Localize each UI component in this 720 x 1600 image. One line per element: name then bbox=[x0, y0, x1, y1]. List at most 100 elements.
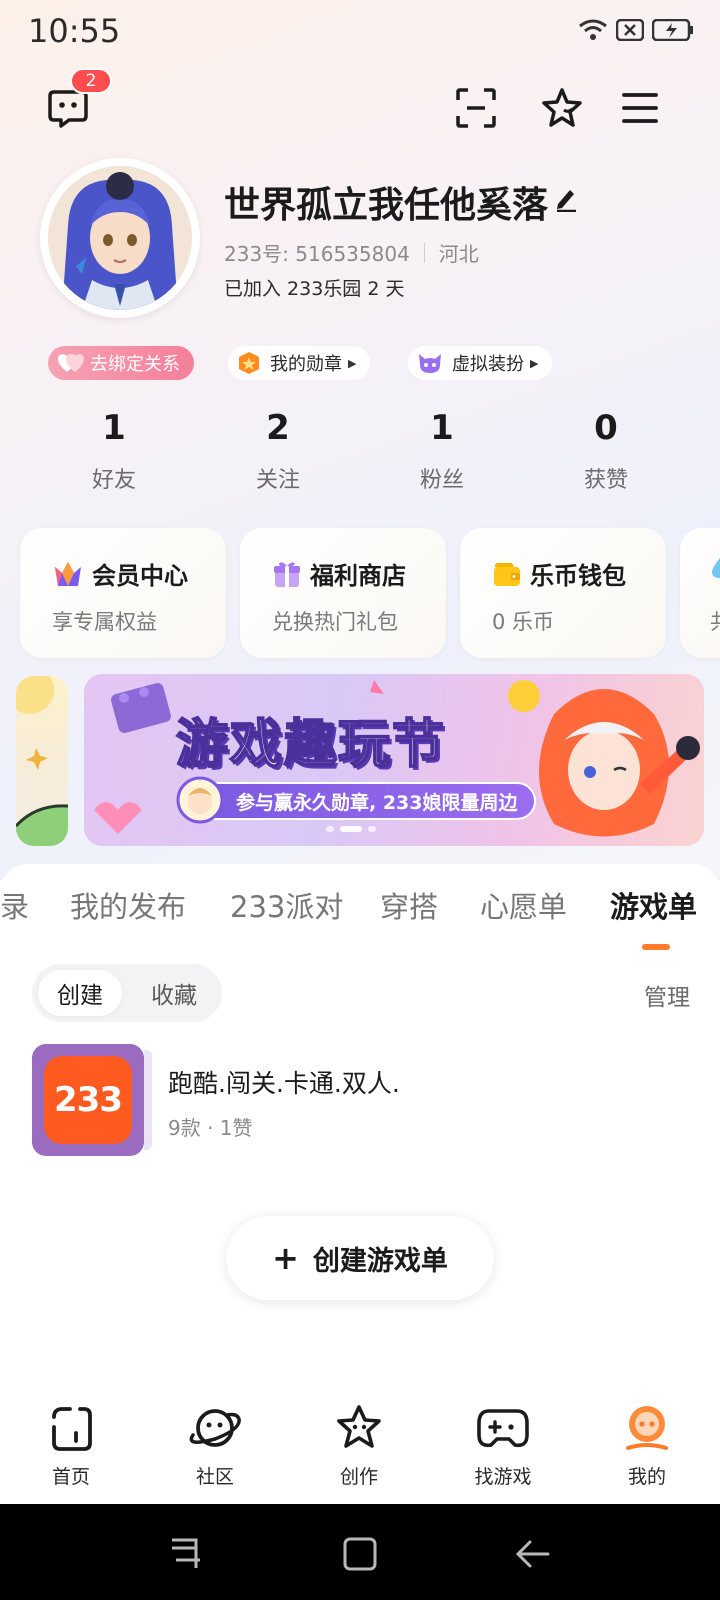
star-face-icon bbox=[337, 1405, 381, 1448]
banner-pagination bbox=[326, 826, 376, 832]
banner-title: 游戏趣玩节 bbox=[175, 714, 447, 776]
tab-history[interactable]: 录 bbox=[0, 884, 29, 926]
profile-joined: 已加入 233乐园 2 天 bbox=[224, 278, 405, 300]
home-square-icon bbox=[343, 1537, 377, 1571]
system-navigation-bar bbox=[0, 1504, 720, 1600]
virtual-outfit-label: 虚拟装扮 bbox=[452, 354, 524, 375]
stat-value: 1 bbox=[102, 408, 126, 448]
recent-apps-icon bbox=[172, 1538, 200, 1568]
profile-id: 233号: 516535804 bbox=[224, 242, 410, 266]
banner-previous-slide[interactable] bbox=[16, 676, 68, 846]
stat-fans[interactable]: 1 粉丝 bbox=[382, 408, 502, 494]
stat-label: 获赞 bbox=[583, 468, 628, 493]
arrow-right-icon: ▶ bbox=[530, 356, 539, 370]
battery-icon bbox=[652, 19, 693, 41]
banner-dot bbox=[368, 826, 376, 832]
drop-icon bbox=[712, 558, 720, 578]
card-title: 会员中心 bbox=[92, 562, 188, 590]
card-welfare-store[interactable]: 福利商店 兑换热门礼包 bbox=[240, 528, 446, 658]
nav-label: 社区 bbox=[195, 1466, 234, 1488]
tab-wishlist[interactable]: 心愿单 bbox=[480, 884, 567, 926]
home-button[interactable] bbox=[340, 1534, 380, 1574]
favorites-button[interactable] bbox=[536, 82, 588, 134]
card-subtitle: 兑换热门礼包 bbox=[272, 610, 398, 634]
stat-friends[interactable]: 1 好友 bbox=[54, 408, 174, 494]
bind-relation-tag[interactable]: 去绑定关系 bbox=[48, 346, 194, 380]
game-list-item[interactable]: 233 跑酷.闯关.卡通.双人. 9款 · 1赞 bbox=[32, 1044, 692, 1156]
stat-label: 好友 bbox=[91, 468, 136, 493]
thumb-stack-edge bbox=[144, 1050, 152, 1150]
banner-dot bbox=[326, 826, 334, 832]
profile-name: 世界孤立我任他奚落 bbox=[224, 185, 549, 226]
mascot-icon bbox=[176, 776, 224, 824]
gift-icon bbox=[274, 561, 300, 587]
game-list-meta: 9款 · 1赞 bbox=[168, 1116, 253, 1140]
message-badge: 2 bbox=[70, 68, 112, 94]
card-subtitle: 享专属权益 bbox=[52, 610, 157, 634]
nav-label: 创作 bbox=[339, 1466, 378, 1488]
banner-dot-active bbox=[340, 826, 362, 832]
bind-relation-label: 去绑定关系 bbox=[90, 354, 180, 375]
profile-face-icon bbox=[626, 1406, 668, 1450]
manage-button[interactable]: 管理 bbox=[644, 978, 690, 1012]
card-title: 乐币钱包 bbox=[530, 562, 626, 590]
tab-active-indicator bbox=[642, 944, 670, 950]
banner-subtitle-text: 参与赢永久勋章, 233娘限量周边 bbox=[236, 791, 518, 814]
tab-outfits[interactable]: 穿搭 bbox=[380, 884, 438, 926]
nav-profile[interactable]: 我的 bbox=[592, 1400, 702, 1489]
edit-name-button[interactable] bbox=[554, 186, 578, 216]
banner-subtitle: 参与赢永久勋章, 233娘限量周边 bbox=[184, 782, 536, 820]
stat-label: 粉丝 bbox=[419, 468, 464, 493]
segment-create[interactable]: 创建 bbox=[38, 970, 122, 1016]
segment-collect[interactable]: 收藏 bbox=[132, 970, 216, 1016]
stat-following[interactable]: 2 关注 bbox=[218, 408, 338, 494]
stat-value: 1 bbox=[430, 408, 454, 448]
crown-icon bbox=[55, 561, 81, 586]
nav-create[interactable]: 创作 bbox=[304, 1400, 414, 1489]
plus-icon: + bbox=[272, 1239, 299, 1277]
status-bar: 10:55 bbox=[0, 0, 720, 64]
medal-icon bbox=[239, 352, 259, 374]
profile-tabs: 录 我的发布 233派对 穿搭 心愿单 游戏单 bbox=[0, 884, 720, 934]
card-more[interactable]: 共 bbox=[680, 528, 720, 658]
create-game-list-label: 创建游戏单 bbox=[312, 1245, 448, 1277]
recent-apps-button[interactable] bbox=[166, 1534, 206, 1574]
status-icons bbox=[578, 18, 694, 42]
thumb-logo: 233 bbox=[44, 1056, 132, 1144]
scan-button[interactable] bbox=[450, 82, 502, 134]
avatar-image bbox=[48, 166, 192, 310]
virtual-outfit-tag[interactable]: 虚拟装扮 ▶ bbox=[408, 346, 553, 380]
nav-label: 我的 bbox=[627, 1466, 666, 1488]
card-vip-center[interactable]: 会员中心 享专属权益 bbox=[20, 528, 226, 658]
create-game-list-button[interactable]: + 创建游戏单 bbox=[226, 1216, 494, 1300]
nav-find-games[interactable]: 找游戏 bbox=[448, 1400, 558, 1489]
my-medals-tag[interactable]: 我的勋章 ▶ bbox=[228, 346, 371, 380]
back-arrow-icon bbox=[515, 1540, 550, 1568]
menu-icon bbox=[622, 93, 658, 123]
bottom-navigation: 首页 社区 创作 找游戏 我的 bbox=[0, 1390, 720, 1504]
card-subtitle: 0 乐币 bbox=[492, 610, 555, 634]
stat-label: 关注 bbox=[255, 468, 300, 493]
nav-community[interactable]: 社区 bbox=[160, 1400, 270, 1489]
stat-value: 0 bbox=[594, 408, 618, 448]
tab-233-party[interactable]: 233派对 bbox=[230, 884, 343, 926]
star-icon bbox=[542, 88, 582, 127]
back-button[interactable] bbox=[514, 1534, 554, 1574]
sim-off-icon bbox=[616, 19, 644, 41]
nav-home[interactable]: 首页 bbox=[16, 1400, 126, 1489]
nav-label: 首页 bbox=[51, 1466, 90, 1488]
profile-location: 河北 bbox=[438, 242, 479, 266]
avatar[interactable] bbox=[40, 158, 200, 318]
home-icon bbox=[52, 1407, 92, 1451]
card-coin-wallet[interactable]: 乐币钱包 0 乐币 bbox=[460, 528, 666, 658]
pencil-icon bbox=[557, 190, 576, 213]
planet-icon bbox=[189, 1409, 241, 1447]
promo-banner[interactable]: 游戏趣玩节 参与赢永久勋章, 233娘限量周边 bbox=[84, 674, 704, 846]
card-title: 福利商店 bbox=[310, 562, 406, 590]
meta-divider bbox=[423, 242, 425, 263]
tab-my-posts[interactable]: 我的发布 bbox=[70, 884, 186, 926]
tab-game-lists[interactable]: 游戏单 bbox=[610, 884, 697, 926]
stat-likes[interactable]: 0 获赞 bbox=[546, 408, 666, 494]
menu-button[interactable] bbox=[614, 82, 666, 134]
wifi-icon bbox=[579, 19, 607, 40]
